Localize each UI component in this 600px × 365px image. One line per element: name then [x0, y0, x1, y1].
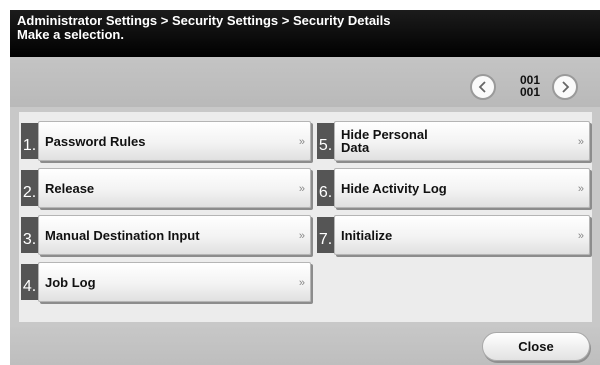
item-number: 3.	[21, 217, 38, 253]
chevron-right-icon	[562, 81, 570, 93]
chevron-left-icon	[478, 81, 486, 93]
item-label: Initialize	[341, 227, 393, 243]
item-label: Password Rules	[45, 133, 146, 149]
item-number: 4.	[21, 264, 38, 300]
double-chevron-right-icon: »	[577, 230, 584, 242]
double-chevron-right-icon: »	[298, 183, 305, 195]
double-chevron-right-icon: »	[298, 136, 305, 148]
breadcrumb: Administrator Settings > Security Settin…	[17, 13, 391, 28]
item-number: 7.	[317, 217, 334, 253]
close-button[interactable]: Close	[482, 332, 590, 361]
main-panel: 001 001 1. Password Rules » 2. Release »…	[10, 57, 600, 365]
double-chevron-right-icon: »	[298, 277, 305, 289]
hide-activity-log-button[interactable]: Hide Activity Log »	[334, 168, 590, 208]
double-chevron-right-icon: »	[577, 136, 584, 148]
initialize-button[interactable]: Initialize »	[334, 215, 590, 255]
menu-grid: 1. Password Rules » 2. Release » 3. Manu…	[19, 112, 592, 322]
item-label: Hide Personal Data	[341, 127, 428, 155]
page-indicator: 001 001	[512, 74, 548, 98]
job-log-button[interactable]: Job Log »	[38, 262, 311, 302]
manual-destination-input-button[interactable]: Manual Destination Input »	[38, 215, 311, 255]
hide-personal-data-button[interactable]: Hide Personal Data »	[334, 121, 590, 161]
item-number: 1.	[21, 123, 38, 159]
instruction-text: Make a selection.	[17, 27, 124, 42]
next-page-button[interactable]	[552, 74, 578, 100]
item-label: Job Log	[45, 274, 96, 290]
password-rules-button[interactable]: Password Rules »	[38, 121, 311, 161]
double-chevron-right-icon: »	[577, 183, 584, 195]
item-label: Hide Activity Log	[341, 180, 447, 196]
item-label: Manual Destination Input	[45, 227, 200, 243]
release-button[interactable]: Release »	[38, 168, 311, 208]
double-chevron-right-icon: »	[298, 230, 305, 242]
footer-bar: Close	[10, 327, 600, 365]
item-label: Release	[45, 180, 95, 196]
previous-page-button[interactable]	[470, 74, 496, 100]
item-number: 2.	[21, 170, 38, 206]
pagination-bar: 001 001	[10, 57, 600, 107]
item-number: 6.	[317, 170, 334, 206]
total-pages: 001	[519, 85, 541, 99]
item-number: 5.	[317, 123, 334, 159]
header-bar: Administrator Settings > Security Settin…	[10, 10, 600, 57]
